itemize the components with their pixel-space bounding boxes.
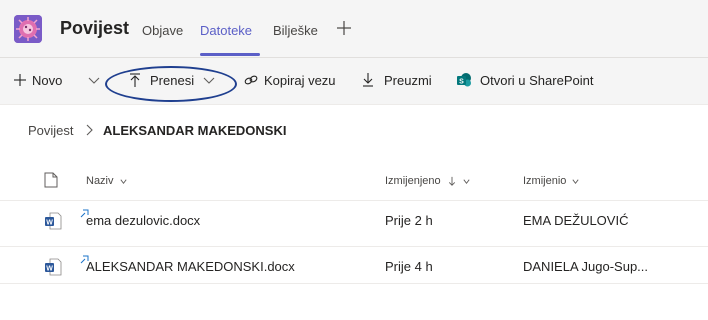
chevron-down-icon	[572, 179, 580, 184]
column-header-modified-by[interactable]: Izmijenio	[523, 175, 580, 187]
table-row[interactable]: W ALEKSANDAR MAKEDONSKI.docx Prije 4 h D…	[0, 246, 708, 284]
tab-objave[interactable]: Objave	[142, 23, 183, 38]
tab-datoteke[interactable]: Datoteke	[200, 23, 252, 38]
column-header-name[interactable]: Naziv	[86, 175, 128, 187]
sort-descending-icon	[448, 176, 455, 186]
chevron-right-icon	[86, 124, 93, 136]
open-in-sharepoint-button[interactable]: Otvori u SharePoint	[480, 73, 593, 89]
svg-text:S: S	[459, 79, 464, 86]
table-row[interactable]: W ema dezulovic.docx Prije 2 h EMA DEŽUL…	[0, 200, 708, 238]
channel-header: Povijest Objave Datoteke Bilješke	[0, 0, 708, 58]
breadcrumb-current: ALEKSANDAR MAKEDONSKI	[103, 123, 287, 138]
column-modified-by-label: Izmijenio	[523, 175, 567, 187]
link-icon	[244, 75, 258, 85]
copy-link-button[interactable]: Kopiraj vezu	[264, 73, 336, 89]
breadcrumb-root[interactable]: Povijest	[28, 123, 74, 138]
file-modified: Prije 4 h	[385, 259, 433, 274]
breadcrumb: Povijest ALEKSANDAR MAKEDONSKI	[0, 104, 708, 154]
active-tab-indicator	[200, 53, 260, 56]
download-button[interactable]: Preuzmi	[384, 73, 432, 89]
download-icon	[363, 73, 373, 87]
upload-highlight-annotation	[105, 66, 237, 102]
column-modified-label: Izmijenjeno	[385, 175, 441, 187]
new-button[interactable]: Novo	[32, 73, 62, 89]
word-document-icon: W	[45, 212, 62, 230]
word-document-icon: W	[45, 258, 62, 276]
team-name[interactable]: Povijest	[60, 18, 129, 39]
column-name-label: Naziv	[86, 175, 114, 187]
file-name[interactable]: ALEKSANDAR MAKEDONSKI.docx	[86, 259, 295, 274]
team-logo-icon	[14, 15, 42, 43]
svg-text:W: W	[46, 265, 53, 272]
file-modified: Prije 2 h	[385, 213, 433, 228]
plus-icon	[337, 21, 351, 35]
chevron-down-icon[interactable]	[86, 72, 102, 88]
list-header: Naziv Izmijenjeno Izmijenio	[0, 168, 708, 196]
file-type-icon[interactable]	[44, 172, 58, 188]
file-modified-by: DANIELA Jugo-Sup...	[523, 259, 649, 274]
column-header-modified[interactable]: Izmijenjeno	[385, 175, 471, 187]
chevron-down-icon	[120, 179, 127, 184]
chevron-down-icon	[463, 179, 470, 184]
add-tab-button[interactable]	[334, 18, 354, 38]
file-name[interactable]: ema dezulovic.docx	[86, 213, 200, 228]
sharepoint-icon: S	[457, 73, 471, 87]
svg-text:W: W	[46, 219, 53, 226]
tab-biljeske[interactable]: Bilješke	[273, 23, 318, 38]
plus-icon	[14, 74, 26, 86]
file-modified-by: EMA DEŽULOVIĆ	[523, 213, 629, 228]
